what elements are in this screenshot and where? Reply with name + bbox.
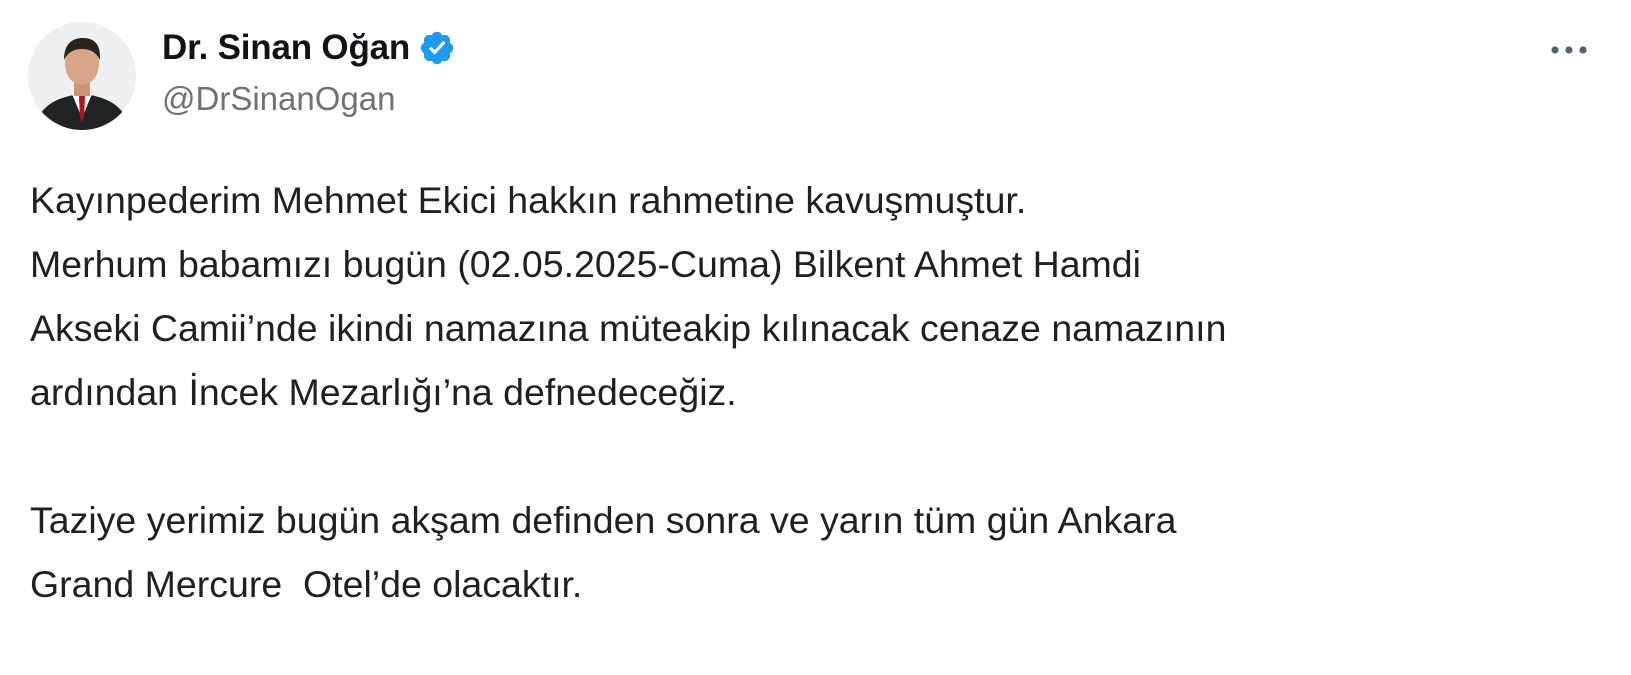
tweet-paragraph: Taziye yerimiz bugün akşam definden sonr…: [30, 488, 1600, 616]
author-avatar[interactable]: [28, 22, 136, 130]
tweet-text-line: Merhum babamızı bugün (02.05.2025-Cuma) …: [30, 243, 1141, 285]
author-display-name[interactable]: Dr. Sinan Oğan: [162, 28, 410, 68]
author-handle[interactable]: @DrSinanOgan: [162, 80, 395, 118]
tweet-text-line: Akseki Camii’nde ikindi namazına müteaki…: [30, 307, 1227, 349]
tweet-text-line: Kayınpederim Mehmet Ekici hakkın rahmeti…: [30, 179, 1027, 221]
tweet-text-line: Grand Mercure Otel’de olacaktır.: [30, 563, 583, 605]
profile-avatar-icon: [28, 22, 136, 130]
tweet-card: Dr. Sinan Oğan @DrSinanOgan Kayınpederim…: [0, 0, 1631, 675]
author-name-row: Dr. Sinan Oğan: [162, 24, 456, 72]
tweet-text-line: ardından İncek Mezarlığı’na defnedeceğiz…: [30, 371, 737, 413]
verified-badge-icon: [418, 29, 456, 67]
tweet-text: Kayınpederim Mehmet Ekici hakkın rahmeti…: [30, 168, 1600, 616]
more-horizontal-icon: [1551, 46, 1587, 54]
more-options-button[interactable]: [1545, 38, 1593, 62]
tweet-text-line: Taziye yerimiz bugün akşam definden sonr…: [30, 499, 1177, 541]
tweet-paragraph: Kayınpederim Mehmet Ekici hakkın rahmeti…: [30, 168, 1600, 424]
